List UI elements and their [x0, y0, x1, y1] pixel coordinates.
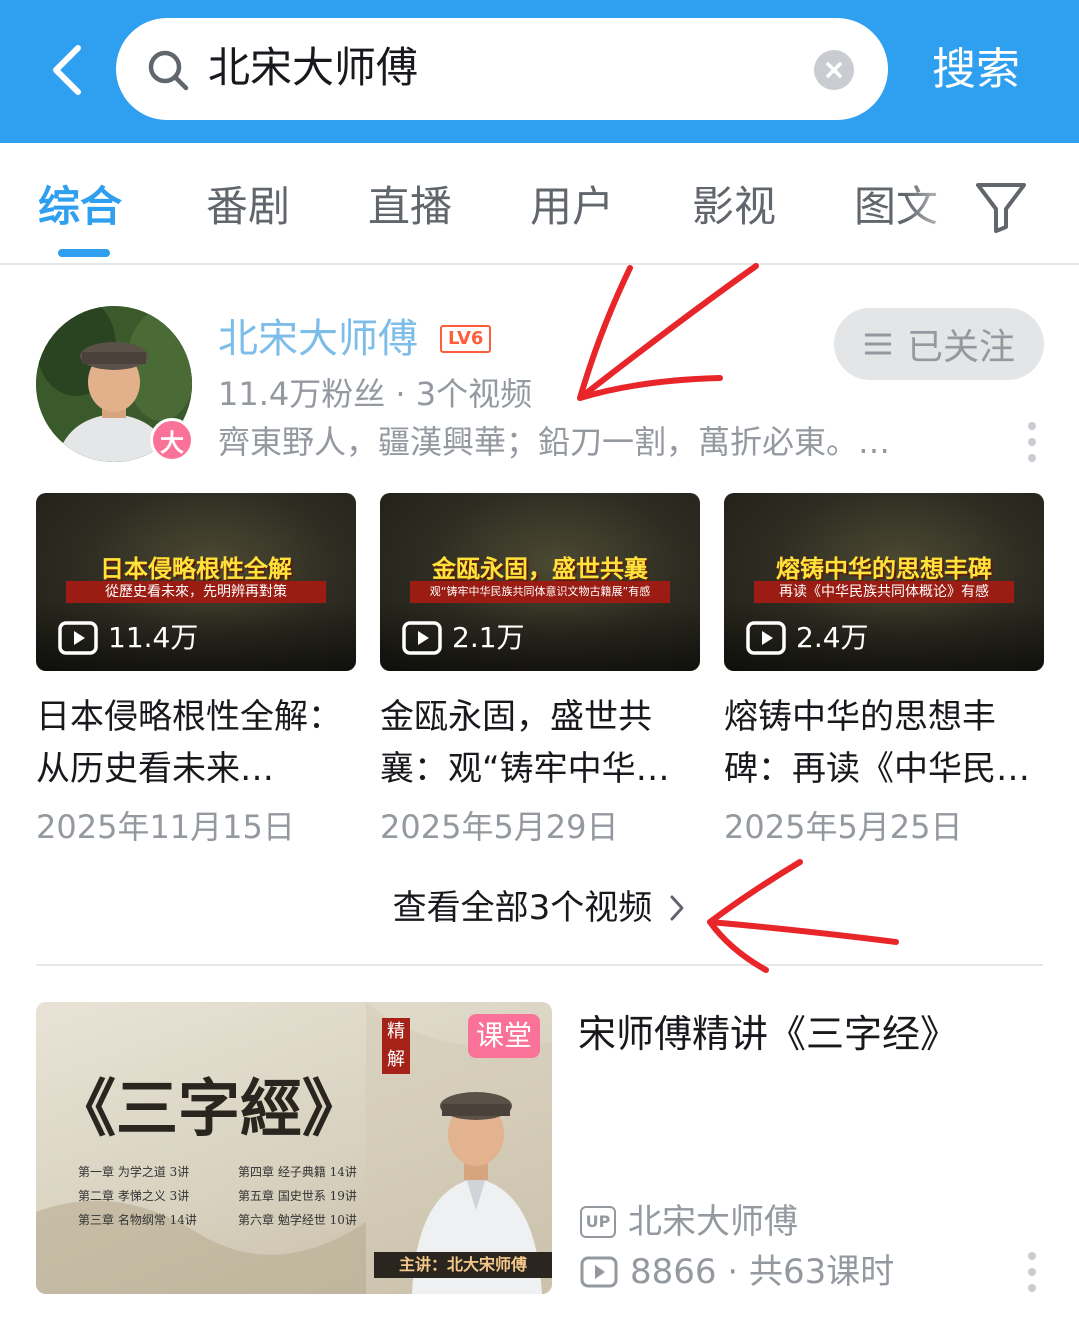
- uploader-name: 北宋大师傅: [628, 1202, 798, 1242]
- course-stats-text: 8866 · 共63课时: [630, 1252, 895, 1292]
- play-icon: [402, 621, 442, 655]
- search-button[interactable]: 搜索: [932, 40, 1020, 100]
- filter-icon[interactable]: [974, 179, 1028, 235]
- thumb-title: 金瓯永固，盛世共襄: [432, 555, 648, 583]
- menu-icon: [864, 333, 891, 355]
- search-header: 北宋大师傅 搜索: [0, 0, 1079, 143]
- tab-all[interactable]: 综合: [38, 179, 122, 235]
- thumb-title: 熔铸中华的思想丰碑: [776, 555, 992, 583]
- video-title: 金瓯永固，盛世共襄：观“铸牢中华…: [380, 697, 670, 789]
- clear-search-button[interactable]: [814, 50, 854, 90]
- play-icon: [58, 621, 98, 655]
- play-icon: [746, 621, 786, 655]
- course-stats: 8866 · 共63课时: [580, 1248, 894, 1296]
- chapter-item: 第二章 孝悌之义 3讲: [78, 1189, 190, 1203]
- chapter-item: 第三章 名物纲常 14讲: [78, 1213, 197, 1227]
- follow-label: 已关注: [906, 327, 1015, 368]
- video-title: 日本侵略根性全解：从历史看未来…: [36, 697, 342, 789]
- chapter-item: 第四章 经子典籍 14讲: [238, 1165, 357, 1179]
- video-thumbnail: 熔铸中华的思想丰碑 再读《中华民族共同体概论》有感 2.4万: [724, 493, 1044, 671]
- search-icon: [148, 50, 189, 91]
- thumb-subtitle: 從歷史看未來，先明辨再對策: [66, 581, 326, 603]
- play-count-value: 11.4万: [108, 621, 199, 654]
- chevron-right-icon: [670, 895, 684, 921]
- view-all-label: 查看全部3个视频: [392, 888, 653, 928]
- more-options-icon[interactable]: [1027, 422, 1037, 462]
- thumb-subtitle: 再读《中华民族共同体概论》有感: [754, 581, 1014, 603]
- big-member-badge: 大: [150, 418, 194, 462]
- view-all-videos-link[interactable]: 查看全部3个视频: [0, 880, 1079, 936]
- tab-fade: [906, 163, 966, 243]
- user-name[interactable]: 北宋大师傅: [218, 312, 418, 366]
- user-signature: 齊東野人，疆漢興華；鉛刀一割，萬折必東。…: [218, 423, 891, 461]
- play-count: 2.4万: [746, 621, 869, 655]
- video-title: 熔铸中华的思想丰碑：再读《中华民…: [724, 697, 1030, 789]
- course-title[interactable]: 宋师傅精讲《三字经》: [578, 1006, 958, 1062]
- course-chapter-list: 第一章 为学之道 3讲 第四章 经子典籍 14讲 第二章 孝悌之义 3讲 第五章…: [78, 1162, 378, 1230]
- play-count-value: 2.4万: [796, 621, 869, 654]
- video-date: 2025年11月15日: [36, 808, 295, 846]
- tab-bangumi[interactable]: 番剧: [206, 179, 290, 235]
- more-options-icon[interactable]: [1027, 1252, 1037, 1292]
- section-divider: [36, 964, 1043, 966]
- search-input[interactable]: 北宋大师傅: [116, 18, 888, 120]
- thumb-title: 日本侵略根性全解: [100, 555, 292, 583]
- video-date: 2025年5月29日: [380, 808, 619, 846]
- up-icon: UP: [580, 1206, 616, 1238]
- back-button[interactable]: [40, 40, 96, 100]
- play-count-value: 2.1万: [452, 621, 525, 654]
- chapter-item: 第一章 为学之道 3讲: [78, 1165, 190, 1179]
- course-thumbnail[interactable]: 《三字經》 精解 课堂 第一章 为学之道 3讲 第四章 经子典籍 14讲 第二章…: [36, 1002, 552, 1294]
- level-badge: LV6: [440, 325, 492, 353]
- video-card[interactable]: 熔铸中华的思想丰碑 再读《中华民族共同体概论》有感 2.4万 熔铸中华的思想丰碑…: [724, 493, 1044, 851]
- chevron-left-icon: [53, 45, 81, 95]
- video-date: 2025年5月25日: [724, 808, 963, 846]
- tab-live[interactable]: 直播: [368, 179, 452, 235]
- video-card[interactable]: 日本侵略根性全解 從歷史看未來，先明辨再對策 11.4万 日本侵略根性全解：从历…: [36, 493, 356, 851]
- tab-users[interactable]: 用户: [530, 179, 614, 235]
- play-count: 2.1万: [402, 621, 525, 655]
- search-query-text: 北宋大师傅: [208, 43, 419, 92]
- video-card[interactable]: 金瓯永固，盛世共襄 观“铸牢中华民族共同体意识文物古籍展”有感 2.1万 金瓯永…: [380, 493, 700, 851]
- course-uploader[interactable]: UP 北宋大师傅: [580, 1198, 798, 1246]
- chapter-item: 第五章 国史世系 19讲: [238, 1189, 357, 1203]
- video-thumbnail: 日本侵略根性全解 從歷史看未來，先明辨再對策 11.4万: [36, 493, 356, 671]
- user-stats: 11.4万粉丝 · 3个视频: [218, 375, 533, 413]
- close-icon: [826, 62, 842, 78]
- chapter-item: 第六章 勉学经世 10讲: [238, 1213, 357, 1227]
- search-tabs: 综合 番剧 直播 用户 影视 图文: [0, 143, 1079, 265]
- follow-button[interactable]: 已关注: [834, 308, 1044, 380]
- tab-film[interactable]: 影视: [692, 179, 776, 235]
- play-count: 11.4万: [58, 621, 198, 655]
- course-tag: 课堂: [468, 1014, 540, 1058]
- thumb-subtitle: 观“铸牢中华民族共同体意识文物古籍展”有感: [410, 581, 670, 603]
- play-icon: [580, 1256, 618, 1288]
- arrow-annotation: [577, 263, 759, 401]
- lecturer-banner: 主讲：北大宋师傅: [374, 1252, 552, 1278]
- active-tab-indicator: [58, 249, 110, 257]
- video-thumbnail: 金瓯永固，盛世共襄 观“铸牢中华民族共同体意识文物古籍展”有感 2.1万: [380, 493, 700, 671]
- course-thumb-title: 《三字經》: [54, 1072, 365, 1145]
